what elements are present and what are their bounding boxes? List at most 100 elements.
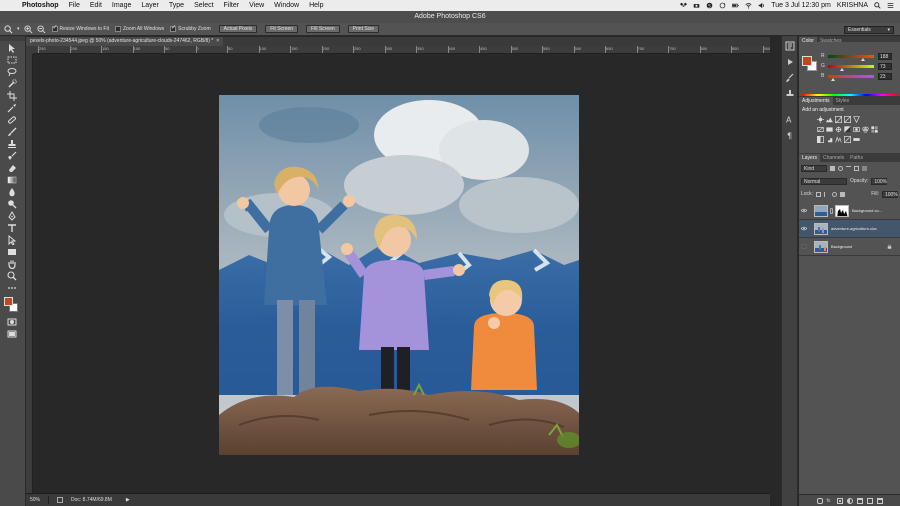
- clone-stamp-tool[interactable]: [5, 138, 19, 149]
- threshold-icon[interactable]: [835, 136, 842, 143]
- smart-object-filter-icon[interactable]: [862, 165, 867, 171]
- marquee-tool[interactable]: [5, 54, 19, 65]
- lock-position-icon[interactable]: [831, 191, 837, 197]
- dropbox-icon[interactable]: [680, 2, 688, 9]
- document-image[interactable]: [219, 95, 579, 455]
- trash-icon[interactable]: [876, 497, 883, 504]
- tab-channels[interactable]: Channels: [820, 154, 847, 162]
- menu-view[interactable]: View: [244, 2, 269, 9]
- visibility-eye-icon[interactable]: [799, 220, 809, 238]
- quick-mask-tool[interactable]: [5, 316, 19, 327]
- workspace-switcher[interactable]: Essentials ▾: [844, 26, 894, 34]
- scrubby-zoom-checkbox[interactable]: Scrubby Zoom: [170, 24, 211, 32]
- tab-adjustments[interactable]: Adjustments: [799, 97, 833, 105]
- battery-icon[interactable]: [732, 2, 739, 9]
- menu-help[interactable]: Help: [304, 2, 328, 9]
- foreground-color-swatch[interactable]: [4, 297, 13, 306]
- layer-mask-thumbnail[interactable]: [835, 204, 849, 217]
- new-group-icon[interactable]: [856, 497, 863, 504]
- color-swatches[interactable]: [4, 297, 20, 315]
- path-selection-tool[interactable]: [5, 234, 19, 245]
- gradient-adjust-icon[interactable]: [853, 116, 860, 124]
- extras-tool[interactable]: [5, 282, 19, 293]
- wifi-icon[interactable]: [745, 2, 752, 9]
- link-layers-icon[interactable]: [816, 497, 823, 504]
- pixel-filter-icon[interactable]: [830, 165, 835, 171]
- proof-icon[interactable]: [57, 497, 64, 503]
- menu-type[interactable]: Type: [164, 2, 189, 9]
- red-slider[interactable]: R 188: [821, 52, 899, 61]
- menu-select[interactable]: Select: [189, 2, 218, 9]
- character-panel-button[interactable]: A: [785, 114, 796, 125]
- visibility-eye-off-icon[interactable]: [799, 238, 809, 256]
- levels-icon[interactable]: [826, 116, 833, 123]
- blue-value[interactable]: 23: [878, 72, 892, 80]
- horizontal-ruler[interactable]: 250 200 150 100 50 0 50 100 150 200 250 300 350 400 45…: [33, 46, 770, 54]
- camera-icon[interactable]: [693, 2, 700, 9]
- move-tool[interactable]: [5, 42, 19, 53]
- pen-tool[interactable]: [5, 210, 19, 221]
- canvas-area[interactable]: [33, 54, 770, 493]
- menu-layer[interactable]: Layer: [136, 2, 164, 9]
- ruler-origin[interactable]: [26, 46, 33, 54]
- sync-icon[interactable]: [719, 2, 726, 9]
- tab-styles[interactable]: Styles: [833, 97, 853, 105]
- type-tool[interactable]: [5, 222, 19, 233]
- doc-info[interactable]: Doc: 8.74M/69.8M: [71, 497, 112, 503]
- print-size-button[interactable]: Print Size: [347, 25, 380, 33]
- lock-pixels-icon[interactable]: [823, 191, 829, 197]
- gradient-map-icon[interactable]: [853, 136, 860, 143]
- zoom-all-checkbox[interactable]: Zoom All Windows: [114, 26, 164, 32]
- fx-icon[interactable]: fx: [827, 498, 833, 504]
- red-value[interactable]: 188: [878, 52, 892, 60]
- blue-knob[interactable]: [831, 77, 835, 81]
- color-panel-fg-chip[interactable]: [802, 56, 812, 66]
- menubar-user[interactable]: KRISHNA: [837, 2, 868, 9]
- history-panel-button[interactable]: [785, 41, 796, 52]
- posterize-icon[interactable]: [826, 136, 833, 143]
- vibrance-icon[interactable]: [817, 126, 824, 133]
- layer-name[interactable]: Background: [831, 244, 852, 249]
- photo-filter-icon[interactable]: [853, 126, 860, 133]
- lock-all-icon[interactable]: [839, 191, 845, 197]
- layer-name[interactable]: Background co...: [852, 208, 882, 213]
- new-layer-icon[interactable]: [866, 497, 873, 504]
- blue-slider[interactable]: B 23: [821, 72, 899, 81]
- selective-color-icon[interactable]: [844, 136, 851, 143]
- black-white-icon[interactable]: [844, 126, 851, 133]
- lasso-tool[interactable]: [5, 66, 19, 77]
- close-tab-icon[interactable]: ×: [216, 38, 219, 44]
- tab-layers[interactable]: Layers: [799, 154, 821, 162]
- add-mask-icon[interactable]: [836, 497, 843, 504]
- brightness-contrast-icon[interactable]: [817, 116, 824, 123]
- type-filter-icon[interactable]: [846, 165, 851, 171]
- fill-field[interactable]: 100%: [882, 190, 898, 198]
- menu-app[interactable]: Photoshop: [16, 2, 64, 9]
- actual-pixels-button[interactable]: Actual Pixels: [218, 25, 258, 33]
- brush-tool[interactable]: [5, 126, 19, 137]
- dodge-tool[interactable]: [5, 198, 19, 209]
- zoom-out-icon[interactable]: [36, 24, 46, 34]
- volume-icon[interactable]: [758, 2, 765, 9]
- zoom-all-box[interactable]: [114, 26, 121, 32]
- zoom-level[interactable]: 50%: [30, 497, 40, 503]
- search-icon[interactable]: [874, 2, 881, 9]
- channel-mixer-icon[interactable]: [862, 126, 869, 133]
- status-menu-arrow-icon[interactable]: ▶: [126, 497, 130, 503]
- gradient-tool[interactable]: [5, 174, 19, 185]
- actions-panel-button[interactable]: [785, 57, 796, 68]
- hue-saturation-icon[interactable]: [826, 126, 833, 133]
- menu-edit[interactable]: Edit: [85, 2, 107, 9]
- green-slider[interactable]: G 73: [821, 62, 899, 71]
- layer-row-selected[interactable]: adventure-agriculture-cloud...: [799, 220, 900, 238]
- eraser-tool[interactable]: [5, 162, 19, 173]
- invert-icon[interactable]: [817, 136, 824, 143]
- red-track[interactable]: [828, 54, 874, 61]
- hand-tool[interactable]: [5, 258, 19, 269]
- brush-panel-button[interactable]: [785, 73, 796, 84]
- layer-row[interactable]: Background co...: [799, 202, 900, 220]
- tab-paths[interactable]: Paths: [847, 154, 866, 162]
- shape-filter-icon[interactable]: [854, 165, 859, 171]
- notification-center-icon[interactable]: [887, 2, 894, 9]
- layer-kind-dropdown[interactable]: Kind: [801, 164, 827, 172]
